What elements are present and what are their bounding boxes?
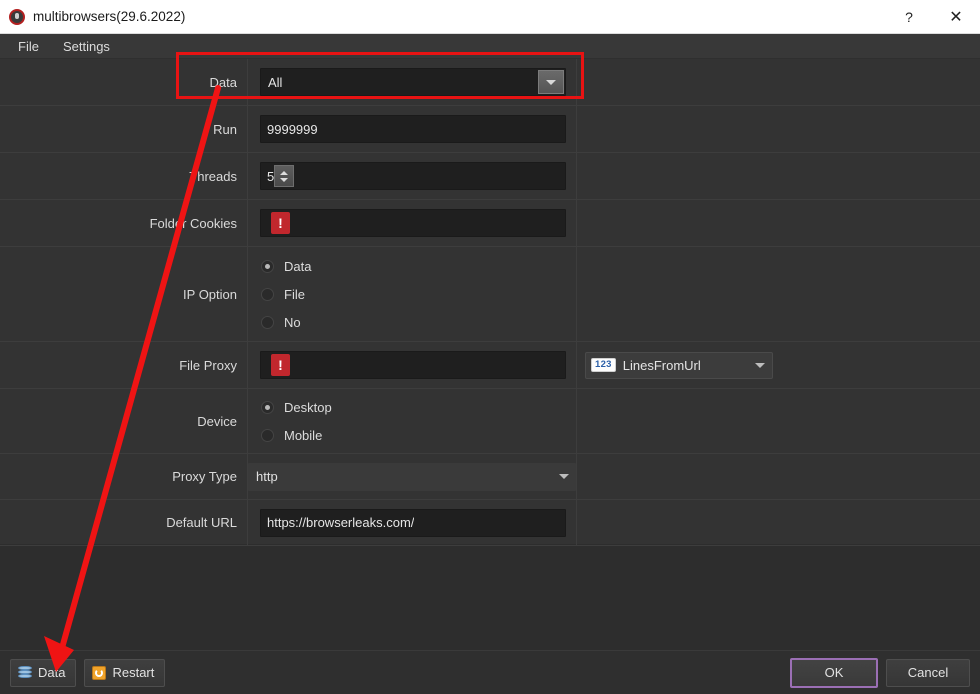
run-input[interactable]: 9999999 xyxy=(260,115,566,143)
field-threads: 5 xyxy=(248,153,577,199)
menu-bar: File Settings xyxy=(0,34,980,59)
field-default-url-extra xyxy=(577,500,980,545)
chevron-down-icon xyxy=(546,79,556,85)
proxy-type-value: http xyxy=(256,469,278,484)
field-proxy-type-extra xyxy=(577,454,980,499)
label-proxy-type: Proxy Type xyxy=(0,454,248,499)
label-file-proxy: File Proxy xyxy=(0,342,248,388)
form-row-folder-cookies: Folder Cookies ! xyxy=(0,200,980,247)
restart-button[interactable]: Restart xyxy=(84,658,166,687)
form-row-proxy-type: Proxy Type http xyxy=(0,454,980,500)
field-data: All xyxy=(248,59,577,105)
field-data-extra xyxy=(577,59,980,105)
data-select-value: All xyxy=(268,74,283,90)
chevron-down-icon[interactable] xyxy=(559,474,569,479)
device-radio-group: Desktop Mobile xyxy=(260,400,566,443)
field-folder-cookies: ! xyxy=(248,200,577,246)
proxy-type-select[interactable]: http xyxy=(248,462,576,491)
restart-button-label: Restart xyxy=(112,665,155,680)
title-bar-left: multibrowsers(29.6.2022) xyxy=(0,8,186,25)
field-default-url: https://browserleaks.com/ xyxy=(248,500,577,545)
threads-input[interactable]: 5 xyxy=(260,162,566,190)
cancel-button[interactable]: Cancel xyxy=(886,658,970,687)
ok-button[interactable]: OK xyxy=(790,657,878,688)
radio-icon[interactable] xyxy=(261,315,274,329)
error-exclamation-icon: ! xyxy=(271,212,290,234)
form-row-default-url: Default URL https://browserleaks.com/ xyxy=(0,500,980,546)
ip-option-radio-no[interactable]: No xyxy=(261,315,566,330)
menu-item-settings[interactable]: Settings xyxy=(53,36,120,57)
radio-icon-selected[interactable] xyxy=(261,259,274,273)
file-proxy-mode-value: LinesFromUrl xyxy=(622,357,701,373)
radio-icon[interactable] xyxy=(261,287,274,301)
label-ip-option: IP Option xyxy=(0,247,248,341)
radio-icon[interactable] xyxy=(261,428,274,442)
close-icon[interactable]: ✕ xyxy=(932,0,980,33)
ip-option-label-file: File xyxy=(284,286,305,302)
field-proxy-type: http xyxy=(248,454,577,499)
data-select[interactable]: All xyxy=(260,68,566,96)
settings-form: Data All Run 9999999 Threads 5 Folder Co… xyxy=(0,59,980,546)
ip-option-radio-data[interactable]: Data xyxy=(261,259,566,274)
error-exclamation-icon: ! xyxy=(271,354,290,376)
field-run-extra xyxy=(577,106,980,152)
window-title: multibrowsers(29.6.2022) xyxy=(33,9,186,24)
form-row-run: Run 9999999 xyxy=(0,106,980,153)
stepper-up-icon[interactable] xyxy=(280,170,289,175)
file-proxy-mode-select[interactable]: 123 LinesFromUrl xyxy=(585,351,773,379)
radio-icon-selected[interactable] xyxy=(261,400,274,414)
field-device: Desktop Mobile xyxy=(248,389,577,453)
numeric-list-icon: 123 xyxy=(591,358,616,372)
field-threads-extra xyxy=(577,153,980,199)
device-label-mobile: Mobile xyxy=(284,427,323,443)
form-row-file-proxy: File Proxy ! 123 LinesFromUrl xyxy=(0,342,980,389)
field-file-proxy: ! xyxy=(248,342,577,388)
field-ip-option: Data File No xyxy=(248,247,577,341)
label-data: Data xyxy=(0,59,248,105)
field-folder-cookies-extra xyxy=(577,200,980,246)
data-select-arrow-button[interactable] xyxy=(538,70,564,94)
stepper-down-icon[interactable] xyxy=(280,177,289,182)
label-threads: Threads xyxy=(0,153,248,199)
title-bar-buttons: ? ✕ xyxy=(886,0,980,33)
form-row-ip-option: IP Option Data File No xyxy=(0,247,980,342)
threads-stepper[interactable] xyxy=(274,165,295,187)
help-button[interactable]: ? xyxy=(886,0,932,33)
label-default-url: Default URL xyxy=(0,500,248,545)
field-file-proxy-extra: 123 LinesFromUrl xyxy=(577,342,980,388)
app-circle-icon xyxy=(9,8,25,25)
folder-cookies-input[interactable]: ! xyxy=(260,209,566,237)
form-row-threads: Threads 5 xyxy=(0,153,980,200)
field-run: 9999999 xyxy=(248,106,577,152)
restart-icon xyxy=(92,665,107,680)
label-run: Run xyxy=(0,106,248,152)
device-radio-desktop[interactable]: Desktop xyxy=(261,400,566,415)
run-input-value: 9999999 xyxy=(267,121,318,137)
database-icon xyxy=(18,665,32,680)
label-folder-cookies: Folder Cookies xyxy=(0,200,248,246)
bottom-toolbar: Data Restart OK Cancel xyxy=(0,650,980,694)
chevron-down-icon[interactable] xyxy=(755,362,765,368)
data-button[interactable]: Data xyxy=(10,658,77,687)
form-row-device: Device Desktop Mobile xyxy=(0,389,980,454)
default-url-input[interactable]: https://browserleaks.com/ xyxy=(260,508,566,537)
ip-option-label-no: No xyxy=(284,314,301,330)
field-ip-option-extra xyxy=(577,247,980,341)
empty-area xyxy=(0,544,980,651)
field-device-extra xyxy=(577,389,980,453)
menu-item-file[interactable]: File xyxy=(8,36,49,57)
form-row-data: Data All xyxy=(0,59,980,106)
device-label-desktop: Desktop xyxy=(284,399,332,415)
default-url-input-value: https://browserleaks.com/ xyxy=(267,515,415,530)
threads-input-value: 5 xyxy=(267,168,275,184)
device-radio-mobile[interactable]: Mobile xyxy=(261,428,566,443)
ip-option-radio-file[interactable]: File xyxy=(261,287,566,302)
file-proxy-input[interactable]: ! xyxy=(260,351,566,379)
label-device: Device xyxy=(0,389,248,453)
data-button-label: Data xyxy=(38,665,66,680)
title-bar: multibrowsers(29.6.2022) ? ✕ xyxy=(0,0,980,34)
ip-option-radio-group: Data File No xyxy=(260,259,566,330)
ip-option-label-data: Data xyxy=(284,258,312,274)
